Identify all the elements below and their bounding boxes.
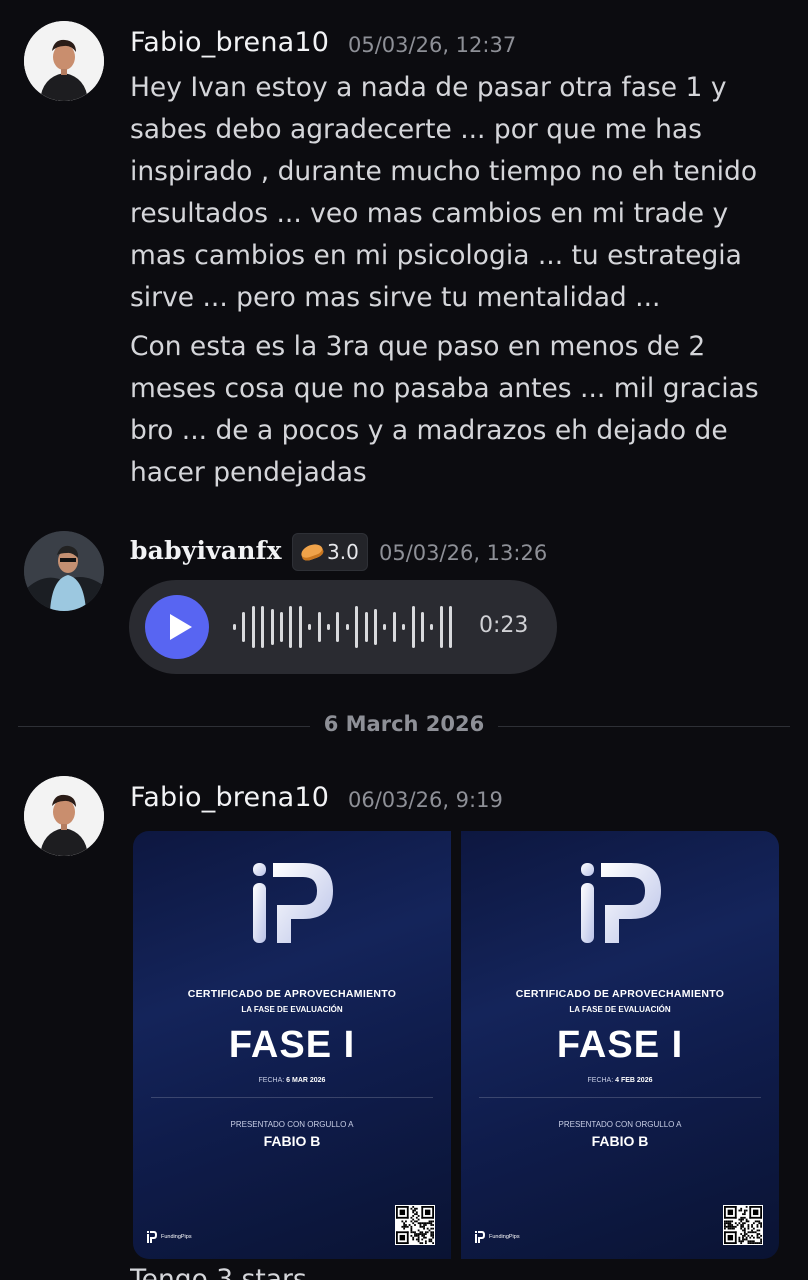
certificate-date: FECHA: 6 MAR 2026	[258, 1077, 326, 1084]
fundingpips-mini-icon	[147, 1231, 157, 1243]
waveform-bar	[261, 606, 265, 648]
presented-label: PRESENTADO CON ORGULLO A	[558, 1120, 682, 1129]
fundingpips-mini-icon	[475, 1231, 485, 1243]
fundingpips-logo	[253, 863, 333, 943]
certificate-image-1[interactable]: CERTIFICADO DE APROVECHAMIENTO LA FASE D…	[133, 831, 451, 1259]
certificate-phase: FASE I	[556, 1024, 684, 1066]
date-divider: 6 March 2026	[0, 712, 808, 736]
recipient-name: FABIO B	[263, 1133, 321, 1149]
waveform-bar	[251, 606, 255, 648]
pie-icon	[299, 541, 325, 563]
divider	[151, 1097, 433, 1098]
avatar[interactable]	[24, 776, 104, 856]
author-name[interactable]: babyivanfx	[130, 536, 282, 565]
waveform-bar	[392, 612, 396, 642]
role-badge[interactable]: 3.0	[292, 533, 368, 571]
badge-label: 3.0	[327, 540, 359, 564]
waveform-bar	[280, 612, 283, 642]
brand-footer: FundingPips	[475, 1231, 520, 1243]
message-text-partial: Tengo 3 stars ...	[130, 1266, 340, 1280]
waveform-bar	[298, 606, 302, 648]
certificate-subheading: LA FASE DE EVALUACIÓN	[569, 1005, 671, 1014]
message-2: babyivanfx 3.0 05/03/26, 13:26 0:23	[0, 0, 808, 690]
waveform-bar	[327, 624, 330, 630]
voice-message[interactable]: 0:23	[129, 580, 557, 674]
certificate-heading: CERTIFICADO DE APROVECHAMIENTO	[515, 988, 725, 1000]
waveform-bar	[270, 609, 274, 645]
certificate-phase: FASE I	[228, 1024, 356, 1066]
waveform-bar	[449, 606, 453, 648]
waveform-bar	[242, 612, 246, 642]
waveform-bar	[317, 612, 321, 642]
brand-footer: FundingPips	[147, 1231, 192, 1243]
waveform-bar	[336, 612, 340, 642]
voice-duration: 0:23	[479, 613, 529, 638]
certificate-image-2[interactable]: CERTIFICADO DE APROVECHAMIENTO LA FASE D…	[461, 831, 779, 1259]
play-button[interactable]	[145, 595, 209, 659]
certificate-subheading: LA FASE DE EVALUACIÓN	[241, 1005, 343, 1014]
timestamp: 05/03/26, 13:26	[379, 541, 548, 565]
waveform-bar	[411, 606, 415, 648]
presented-label: PRESENTADO CON ORGULLO A	[230, 1120, 354, 1129]
fundingpips-logo	[581, 863, 661, 943]
waveform-bar	[355, 606, 359, 648]
waveform-bar	[345, 624, 349, 630]
waveform-bar	[383, 624, 387, 630]
play-icon	[170, 614, 192, 640]
waveform-bar	[308, 624, 312, 630]
waveform-bar	[402, 624, 406, 630]
qr-code-icon	[395, 1205, 435, 1245]
waveform-bar	[374, 609, 377, 645]
certificate-heading: CERTIFICADO DE APROVECHAMIENTO	[187, 988, 397, 1000]
divider	[479, 1097, 761, 1098]
avatar[interactable]	[24, 531, 104, 611]
recipient-name: FABIO B	[591, 1133, 649, 1149]
waveform[interactable]	[233, 604, 463, 650]
waveform-bar	[430, 624, 434, 630]
certificate-date: FECHA: 4 FEB 2026	[587, 1077, 653, 1084]
qr-code-icon	[723, 1205, 763, 1245]
waveform-bar	[421, 612, 424, 642]
author-name[interactable]: Fabio_brena10	[130, 782, 329, 813]
waveform-bar	[364, 612, 368, 642]
waveform-bar	[439, 606, 443, 648]
waveform-bar	[289, 606, 293, 648]
waveform-bar	[233, 624, 236, 630]
timestamp: 06/03/26, 9:19	[348, 788, 503, 812]
